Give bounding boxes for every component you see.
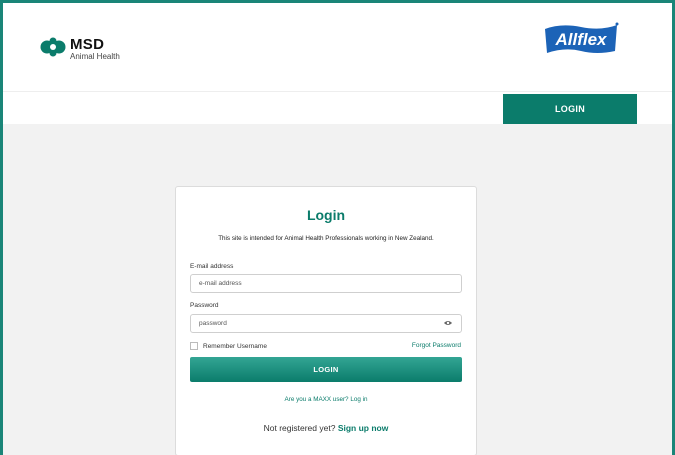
msd-brand-name: MSD: [70, 36, 105, 53]
eye-icon[interactable]: [444, 320, 452, 326]
msd-logo-icon: [40, 37, 66, 57]
top-nav: LOGIN: [3, 91, 672, 125]
password-label: Password: [190, 302, 219, 309]
signup-row: Not registered yet? Sign up now: [176, 423, 476, 433]
allflex-logo-text: Allflex: [554, 30, 608, 49]
allflex-logo-icon[interactable]: Allflex: [541, 21, 621, 57]
login-title: Login: [306, 207, 346, 223]
main-area: Login This site is intended for Animal H…: [3, 124, 672, 455]
forgot-password-link[interactable]: Forgot Password: [412, 342, 461, 349]
signup-prompt: Not registered yet?: [263, 423, 336, 433]
signup-link[interactable]: Sign up now: [338, 423, 389, 433]
browser-frame: MSD Animal Health Allflex LOGIN Login Th…: [0, 0, 675, 455]
email-label: E-mail address: [190, 263, 234, 270]
login-intro: This site is intended for Animal Health …: [218, 235, 434, 242]
password-field[interactable]: password: [190, 314, 462, 333]
maxx-login-link[interactable]: Are you a MAXX user? Log in: [176, 396, 476, 403]
msd-logo[interactable]: MSD Animal Health: [40, 37, 120, 61]
email-field[interactable]: e-mail address: [190, 274, 462, 293]
password-placeholder: password: [199, 320, 227, 327]
site-header: MSD Animal Health Allflex: [3, 3, 672, 91]
remember-label: Remember Username: [203, 343, 267, 350]
email-placeholder: e-mail address: [199, 280, 242, 287]
login-card: Login This site is intended for Animal H…: [175, 186, 477, 455]
msd-brand-subtitle: Animal Health: [70, 52, 120, 61]
nav-login-button[interactable]: LOGIN: [503, 94, 637, 124]
remember-checkbox[interactable]: [190, 342, 198, 350]
login-button[interactable]: LOGIN: [190, 357, 462, 382]
